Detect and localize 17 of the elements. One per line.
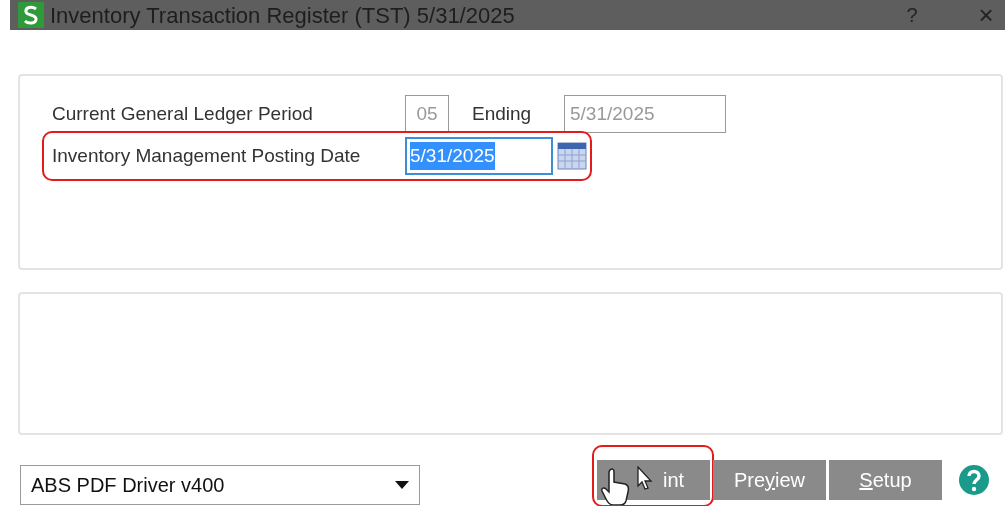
ending-label: Ending [472, 101, 533, 126]
pointer-cursor-icon [637, 466, 653, 490]
period-field[interactable]: 05 [405, 95, 449, 133]
close-button[interactable]: × [971, 0, 1001, 35]
window-title: Inventory Transaction Register (TST) 5/31/2025 [50, 1, 515, 30]
help-icon[interactable] [959, 465, 989, 495]
date-field[interactable]: 5/31/2025 [405, 137, 553, 175]
printer-dropdown[interactable]: ABS PDF Driver v400 [20, 465, 420, 505]
caret-icon [395, 481, 409, 489]
app-logo-icon [18, 2, 44, 28]
toolbar-button[interactable]: Setup [829, 460, 942, 500]
help-button[interactable]: ? [897, 0, 927, 30]
calendar-icon[interactable] [557, 141, 587, 171]
field-label: Inventory Management Posting Date [52, 143, 362, 168]
ending-date-field[interactable]: 5/31/2025 [564, 95, 726, 133]
field-label: Current General Ledger Period [52, 101, 314, 126]
toolbar-button[interactable]: Preyiew [713, 460, 826, 500]
